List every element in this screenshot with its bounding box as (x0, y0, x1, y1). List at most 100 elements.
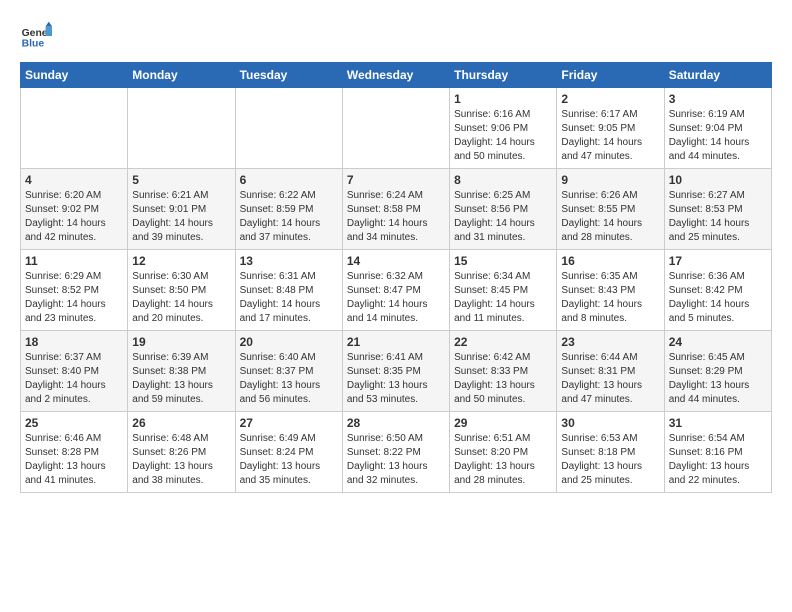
calendar-cell: 31 Sunrise: 6:54 AMSunset: 8:16 PMDayligh… (664, 412, 771, 493)
calendar-cell: 19 Sunrise: 6:39 AMSunset: 8:38 PMDayligh… (128, 331, 235, 412)
calendar: SundayMondayTuesdayWednesdayThursdayFrid… (20, 62, 772, 493)
day-info: Sunrise: 6:49 AMSunset: 8:24 PMDaylight:… (240, 432, 338, 488)
day-info: Sunrise: 6:54 AMSunset: 8:16 PMDaylight:… (669, 432, 767, 488)
calendar-cell: 4 Sunrise: 6:20 AMSunset: 9:02 PMDaylight… (21, 169, 128, 250)
day-number: 10 (669, 173, 767, 187)
day-number: 21 (347, 335, 445, 349)
day-info: Sunrise: 6:37 AMSunset: 8:40 PMDaylight:… (25, 351, 123, 407)
weekday-header-thursday: Thursday (450, 63, 557, 88)
calendar-cell (235, 88, 342, 169)
day-number: 6 (240, 173, 338, 187)
day-info: Sunrise: 6:51 AMSunset: 8:20 PMDaylight:… (454, 432, 552, 488)
day-info: Sunrise: 6:22 AMSunset: 8:59 PMDaylight:… (240, 189, 338, 245)
day-info: Sunrise: 6:50 AMSunset: 8:22 PMDaylight:… (347, 432, 445, 488)
day-info: Sunrise: 6:48 AMSunset: 8:26 PMDaylight:… (132, 432, 230, 488)
calendar-week-3: 11Sunrise: 6:29 AMSunset: 8:52 PMDayligh… (21, 250, 772, 331)
day-info: Sunrise: 6:41 AMSunset: 8:35 PMDaylight:… (347, 351, 445, 407)
day-number: 2 (561, 92, 659, 106)
day-number: 1 (454, 92, 552, 106)
day-number: 23 (561, 335, 659, 349)
calendar-cell: 17 Sunrise: 6:36 AMSunset: 8:42 PMDayligh… (664, 250, 771, 331)
day-number: 9 (561, 173, 659, 187)
calendar-cell: 27 Sunrise: 6:49 AMSunset: 8:24 PMDayligh… (235, 412, 342, 493)
calendar-cell: 22 Sunrise: 6:42 AMSunset: 8:33 PMDayligh… (450, 331, 557, 412)
calendar-cell: 25 Sunrise: 6:46 AMSunset: 8:28 PMDayligh… (21, 412, 128, 493)
day-info: Sunrise: 6:44 AMSunset: 8:31 PMDaylight:… (561, 351, 659, 407)
day-number: 13 (240, 254, 338, 268)
svg-text:Blue: Blue (22, 38, 45, 49)
calendar-week-5: 25 Sunrise: 6:46 AMSunset: 8:28 PMDayligh… (21, 412, 772, 493)
day-info: Sunrise: 6:36 AMSunset: 8:42 PMDaylight:… (669, 270, 767, 326)
calendar-cell: 9Sunrise: 6:26 AMSunset: 8:55 PMDaylight… (557, 169, 664, 250)
day-info: Sunrise: 6:42 AMSunset: 8:33 PMDaylight:… (454, 351, 552, 407)
calendar-week-2: 4 Sunrise: 6:20 AMSunset: 9:02 PMDaylight… (21, 169, 772, 250)
logo: General Blue (20, 20, 52, 52)
calendar-cell: 24 Sunrise: 6:45 AMSunset: 8:29 PMDayligh… (664, 331, 771, 412)
calendar-cell: 3 Sunrise: 6:19 AMSunset: 9:04 PMDaylight… (664, 88, 771, 169)
calendar-cell: 23 Sunrise: 6:44 AMSunset: 8:31 PMDayligh… (557, 331, 664, 412)
day-number: 24 (669, 335, 767, 349)
day-info: Sunrise: 6:16 AMSunset: 9:06 PMDaylight:… (454, 108, 552, 164)
calendar-week-1: 1 Sunrise: 6:16 AMSunset: 9:06 PMDaylight… (21, 88, 772, 169)
day-info: Sunrise: 6:39 AMSunset: 8:38 PMDaylight:… (132, 351, 230, 407)
calendar-cell: 5 Sunrise: 6:21 AMSunset: 9:01 PMDaylight… (128, 169, 235, 250)
day-number: 14 (347, 254, 445, 268)
day-number: 29 (454, 416, 552, 430)
day-info: Sunrise: 6:31 AMSunset: 8:48 PMDaylight:… (240, 270, 338, 326)
day-number: 25 (25, 416, 123, 430)
calendar-cell: 1 Sunrise: 6:16 AMSunset: 9:06 PMDaylight… (450, 88, 557, 169)
calendar-cell (342, 88, 449, 169)
day-info: Sunrise: 6:24 AMSunset: 8:58 PMDaylight:… (347, 189, 445, 245)
day-info: Sunrise: 6:20 AMSunset: 9:02 PMDaylight:… (25, 189, 123, 245)
day-number: 20 (240, 335, 338, 349)
calendar-cell: 29 Sunrise: 6:51 AMSunset: 8:20 PMDayligh… (450, 412, 557, 493)
calendar-cell: 26Sunrise: 6:48 AMSunset: 8:26 PMDayligh… (128, 412, 235, 493)
day-number: 7 (347, 173, 445, 187)
day-number: 16 (561, 254, 659, 268)
calendar-cell: 13 Sunrise: 6:31 AMSunset: 8:48 PMDayligh… (235, 250, 342, 331)
logo-icon: General Blue (20, 20, 52, 52)
calendar-cell: 12Sunrise: 6:30 AMSunset: 8:50 PMDayligh… (128, 250, 235, 331)
day-number: 31 (669, 416, 767, 430)
calendar-cell (128, 88, 235, 169)
calendar-week-4: 18 Sunrise: 6:37 AMSunset: 8:40 PMDayligh… (21, 331, 772, 412)
weekday-header-wednesday: Wednesday (342, 63, 449, 88)
calendar-cell: 28 Sunrise: 6:50 AMSunset: 8:22 PMDayligh… (342, 412, 449, 493)
day-info: Sunrise: 6:17 AMSunset: 9:05 PMDaylight:… (561, 108, 659, 164)
weekday-header-sunday: Sunday (21, 63, 128, 88)
calendar-cell: 18 Sunrise: 6:37 AMSunset: 8:40 PMDayligh… (21, 331, 128, 412)
day-number: 30 (561, 416, 659, 430)
day-number: 5 (132, 173, 230, 187)
header: General Blue (20, 20, 772, 52)
weekday-header-row: SundayMondayTuesdayWednesdayThursdayFrid… (21, 63, 772, 88)
day-info: Sunrise: 6:40 AMSunset: 8:37 PMDaylight:… (240, 351, 338, 407)
day-info: Sunrise: 6:32 AMSunset: 8:47 PMDaylight:… (347, 270, 445, 326)
day-info: Sunrise: 6:46 AMSunset: 8:28 PMDaylight:… (25, 432, 123, 488)
day-info: Sunrise: 6:30 AMSunset: 8:50 PMDaylight:… (132, 270, 230, 326)
day-number: 27 (240, 416, 338, 430)
calendar-cell: 20 Sunrise: 6:40 AMSunset: 8:37 PMDayligh… (235, 331, 342, 412)
weekday-header-monday: Monday (128, 63, 235, 88)
day-info: Sunrise: 6:34 AMSunset: 8:45 PMDaylight:… (454, 270, 552, 326)
day-number: 18 (25, 335, 123, 349)
day-info: Sunrise: 6:45 AMSunset: 8:29 PMDaylight:… (669, 351, 767, 407)
calendar-cell: 7 Sunrise: 6:24 AMSunset: 8:58 PMDaylight… (342, 169, 449, 250)
day-info: Sunrise: 6:25 AMSunset: 8:56 PMDaylight:… (454, 189, 552, 245)
calendar-cell: 2 Sunrise: 6:17 AMSunset: 9:05 PMDaylight… (557, 88, 664, 169)
day-number: 3 (669, 92, 767, 106)
calendar-cell: 21 Sunrise: 6:41 AMSunset: 8:35 PMDayligh… (342, 331, 449, 412)
day-number: 17 (669, 254, 767, 268)
calendar-cell: 11Sunrise: 6:29 AMSunset: 8:52 PMDayligh… (21, 250, 128, 331)
day-number: 4 (25, 173, 123, 187)
day-info: Sunrise: 6:21 AMSunset: 9:01 PMDaylight:… (132, 189, 230, 245)
day-info: Sunrise: 6:19 AMSunset: 9:04 PMDaylight:… (669, 108, 767, 164)
calendar-cell: 15 Sunrise: 6:34 AMSunset: 8:45 PMDayligh… (450, 250, 557, 331)
weekday-header-saturday: Saturday (664, 63, 771, 88)
day-number: 22 (454, 335, 552, 349)
day-info: Sunrise: 6:35 AMSunset: 8:43 PMDaylight:… (561, 270, 659, 326)
day-number: 19 (132, 335, 230, 349)
day-number: 15 (454, 254, 552, 268)
weekday-header-friday: Friday (557, 63, 664, 88)
day-number: 28 (347, 416, 445, 430)
calendar-cell: 10Sunrise: 6:27 AMSunset: 8:53 PMDayligh… (664, 169, 771, 250)
